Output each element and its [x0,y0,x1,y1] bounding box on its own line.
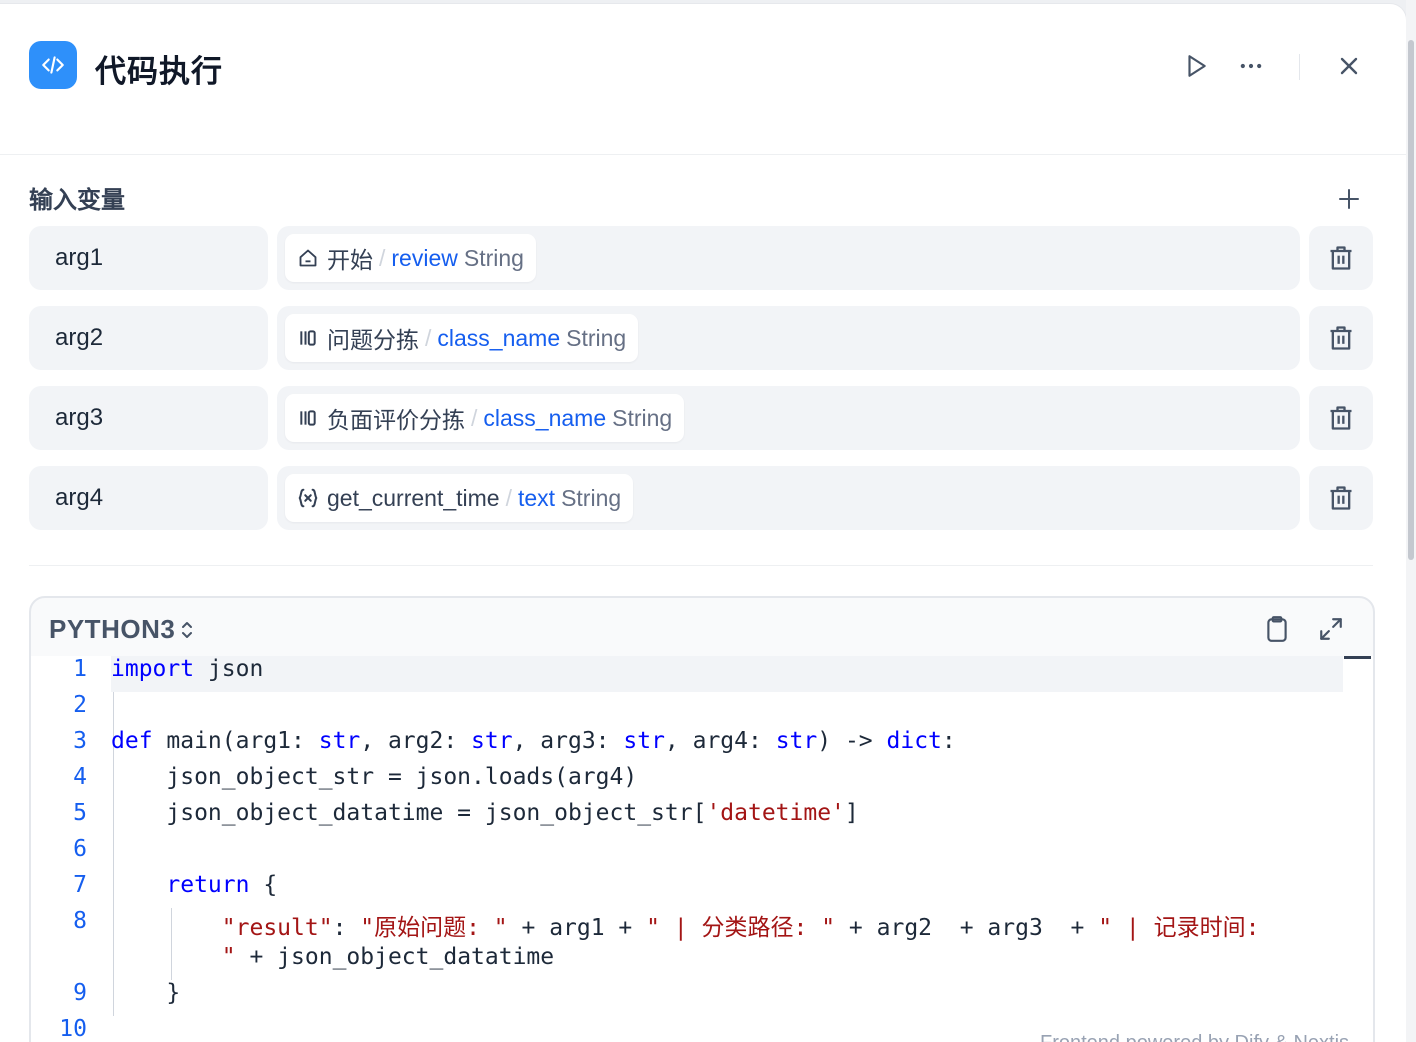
active-line-highlight [111,656,1343,692]
code-line: json_object_str = json.loads(arg4) [111,764,638,790]
play-icon [1188,55,1206,77]
footer-text: Frontend powered by Dify & Nextjs [1040,1032,1349,1042]
variable-row: arg1 开始 / review String [29,226,1373,290]
line-number: 4 [73,764,87,790]
trash-icon [1330,326,1352,350]
variable-reference-chip: 问题分拣 / class_name String [285,314,639,362]
line-number: 2 [73,692,87,718]
copy-code-button[interactable] [1261,613,1293,645]
more-icon [1240,63,1262,69]
field-name: class_name [483,404,607,431]
expand-icon [1320,618,1342,640]
line-number: 5 [73,800,87,826]
clipboard-icon [1267,616,1287,642]
scrollbar-thumb[interactable] [1408,40,1414,560]
field-type: String [612,404,673,431]
delete-variable-button[interactable] [1309,306,1373,370]
classifier-icon [297,407,319,429]
line-number: 9 [73,980,87,1006]
expand-editor-button[interactable] [1315,613,1347,645]
code-line: " + json_object_datatime [221,944,555,970]
variable-name-input[interactable]: arg2 [29,306,268,370]
variable-name-input[interactable]: arg4 [29,466,268,530]
line-number: 6 [73,836,87,862]
path-separator: / [505,484,512,511]
node-title[interactable]: 代码执行 [95,46,223,91]
code-line: "result": "原始问题: " + arg1 + " | 分类路径: " … [221,915,1260,941]
path-separator: / [379,244,386,271]
variable-row: arg3 负面评价分拣 / class_name String [29,386,1373,450]
field-type: String [566,324,627,351]
language-label: PYTHON3 [49,614,176,644]
variable-reference-selector[interactable]: 负面评价分拣 / class_name String [277,386,1300,450]
delete-variable-button[interactable] [1309,386,1373,450]
line-number: 8 [73,908,87,934]
field-name: text [517,484,556,511]
line-number: 3 [73,728,87,754]
header-divider [1299,54,1300,80]
node-name: 开始 [327,247,373,273]
code-line: return { [166,872,278,898]
code-line: json_object_datatime = json_object_str['… [111,800,859,826]
trash-icon [1330,486,1352,510]
code-line: } [166,980,181,1006]
trash-icon [1330,406,1352,430]
line-number: 10 [59,1016,87,1042]
line-number: 7 [73,872,87,898]
variable-reference-selector[interactable]: get_current_time / text String [277,466,1300,530]
add-variable-button[interactable] [1330,180,1368,218]
close-icon [1340,57,1358,75]
field-type: String [561,484,622,511]
classifier-icon [297,327,319,349]
code-editor[interactable]: 1 2 3 4 5 6 7 8 9 10 import json def mai… [31,656,1373,1042]
variable-reference-chip: 负面评价分拣 / class_name String [285,394,685,442]
page-scrollbar[interactable] [1406,0,1416,1042]
trash-icon [1330,246,1352,270]
variable-name-input[interactable]: arg1 [29,226,268,290]
home-icon [297,247,319,269]
section-divider [29,565,1373,566]
node-name: 问题分拣 [327,327,419,353]
code-icon [29,41,77,89]
variable-reference-chip: 开始 / review String [285,234,536,282]
code-node-panel: 代码执行 输入变量 arg1 开始 / review String arg2 问… [0,4,1406,1042]
variable-icon [297,487,319,509]
field-name: class_name [437,324,561,351]
plus-icon [1339,189,1359,209]
close-button[interactable] [1331,48,1367,84]
field-type: String [463,244,524,271]
variable-reference-selector[interactable]: 问题分拣 / class_name String [277,306,1300,370]
path-separator: / [471,404,478,431]
code-editor-header: PYTHON3 [31,598,1373,658]
variable-row: arg4 get_current_time / text String [29,466,1373,530]
variable-reference-chip: get_current_time / text String [285,474,634,522]
variable-row: arg2 问题分拣 / class_name String [29,306,1373,370]
path-separator: / [425,324,432,351]
line-number: 1 [73,656,87,682]
code-line: def main(arg1: str, arg2: str, arg3: str… [111,728,956,754]
node-name: 负面评价分拣 [327,407,465,433]
field-name: review [391,244,458,271]
run-button[interactable] [1178,48,1214,84]
more-button[interactable] [1233,48,1269,84]
input-variables-title: 输入变量 [29,187,125,214]
delete-variable-button[interactable] [1309,466,1373,530]
editor-cursor [1344,656,1371,659]
language-selector[interactable]: PYTHON3 [49,614,195,645]
node-name: get_current_time [327,484,500,511]
code-line: import json [111,656,264,682]
chevron-up-down-icon [182,621,193,638]
variable-name-input[interactable]: arg3 [29,386,268,450]
code-editor-panel: PYTHON3 1 2 3 4 5 6 7 8 9 10 import json… [29,596,1375,1042]
delete-variable-button[interactable] [1309,226,1373,290]
panel-header: 代码执行 [0,4,1406,155]
variable-reference-selector[interactable]: 开始 / review String [277,226,1300,290]
